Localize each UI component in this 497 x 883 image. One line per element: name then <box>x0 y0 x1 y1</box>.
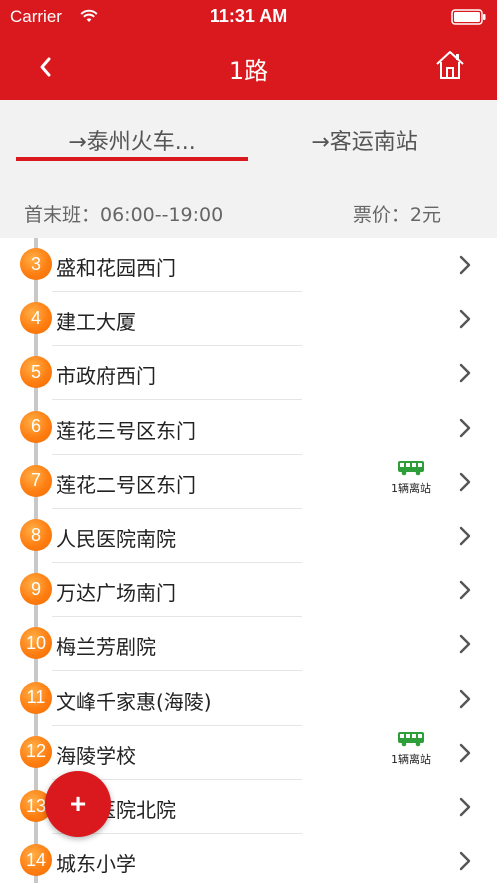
chevron-right-icon <box>459 418 471 437</box>
chevron-right-icon <box>459 689 471 708</box>
bus-icon <box>398 731 424 747</box>
stop-number-badge: 9 <box>20 573 52 606</box>
stop-number-badge: 6 <box>20 410 52 443</box>
page-title: 1路 <box>228 57 269 85</box>
status-bar: Carrier 11:31 AM <box>0 0 497 34</box>
stop-row[interactable]: 4 建工大厦 <box>0 292 497 347</box>
tab-to-south-bus-station[interactable]: →客运南站 <box>248 124 481 156</box>
stop-number-badge: 14 <box>20 844 52 877</box>
stop-number-badge: 7 <box>20 464 52 497</box>
stop-name: 建工大厦 <box>56 310 136 335</box>
stop-row[interactable]: 10 梅兰芳剧院 <box>0 617 497 672</box>
chevron-right-icon <box>459 743 471 762</box>
stop-number-badge: 3 <box>20 248 52 280</box>
chevron-right-icon <box>459 851 471 871</box>
stop-number-badge: 12 <box>20 735 52 768</box>
chevron-right-icon <box>459 472 471 491</box>
stop-name: 梅兰芳剧院 <box>56 635 156 660</box>
route-info: 首末班：06:00--19:00 票价：2元 <box>0 170 497 238</box>
bus-indicator: 1辆离站 <box>384 731 438 771</box>
stop-number-badge: 5 <box>20 356 52 389</box>
chevron-right-icon <box>459 255 471 275</box>
chevron-right-icon <box>459 309 471 329</box>
stop-row[interactable]: 8 人民医院南院 <box>0 509 497 563</box>
stop-row[interactable]: 7 莲花二号区东门 1辆离站 <box>0 455 497 509</box>
stop-number-badge: 10 <box>20 627 52 660</box>
stop-name: 人民医院南院 <box>56 527 176 551</box>
stop-row[interactable]: 6 莲花三号区东门 <box>0 401 497 455</box>
stop-name: 莲花三号区东门 <box>56 418 196 443</box>
bus-icon <box>398 460 424 476</box>
chevron-right-icon <box>459 635 471 654</box>
stop-name: 城东小学 <box>56 852 136 877</box>
home-icon[interactable] <box>433 48 467 82</box>
chevron-right-icon <box>459 797 471 817</box>
stop-row[interactable]: 3 盛和花园西门 <box>0 238 497 292</box>
stop-name: 莲花二号区东门 <box>56 472 196 497</box>
plus-icon: + <box>69 788 87 819</box>
bus-status-label: 1辆离站 <box>391 752 431 766</box>
schedule-text: 首末班：06:00--19:00 <box>24 204 224 226</box>
battery-icon <box>451 9 486 25</box>
stop-name: 海陵学校 <box>56 743 136 768</box>
stop-number-badge: 8 <box>20 519 52 551</box>
navigation-bar: 1路 <box>0 34 497 100</box>
direction-tabs: →泰州火车... →客运南站 <box>0 100 497 170</box>
add-button[interactable]: + <box>45 771 111 837</box>
bus-indicator: 1辆离站 <box>384 460 438 500</box>
stop-row[interactable]: 14 城东小学 <box>0 834 497 883</box>
clock: 11:31 AM <box>209 6 288 26</box>
stop-name: 万达广场南门 <box>56 581 176 606</box>
stop-number-badge: 11 <box>20 681 52 714</box>
chevron-right-icon <box>459 364 471 383</box>
fare-text: 票价：2元 <box>352 204 441 226</box>
bus-status-label: 1辆离站 <box>391 481 431 495</box>
stop-row[interactable]: 11 文峰千家惠(海陵) <box>0 672 497 726</box>
chevron-right-icon <box>459 526 471 546</box>
selected-tab-indicator <box>16 157 248 161</box>
stop-number-badge: 4 <box>20 302 52 335</box>
tab-to-taizhou-station[interactable]: →泰州火车... <box>16 124 248 156</box>
stop-name: 盛和花园西门 <box>56 256 176 280</box>
stop-name: 市政府西门 <box>56 364 156 389</box>
stop-row[interactable]: 9 万达广场南门 <box>0 563 497 618</box>
stop-row[interactable]: 5 市政府西门 <box>0 346 497 401</box>
stop-name: 文峰千家惠(海陵) <box>56 689 212 714</box>
chevron-right-icon <box>459 580 471 600</box>
